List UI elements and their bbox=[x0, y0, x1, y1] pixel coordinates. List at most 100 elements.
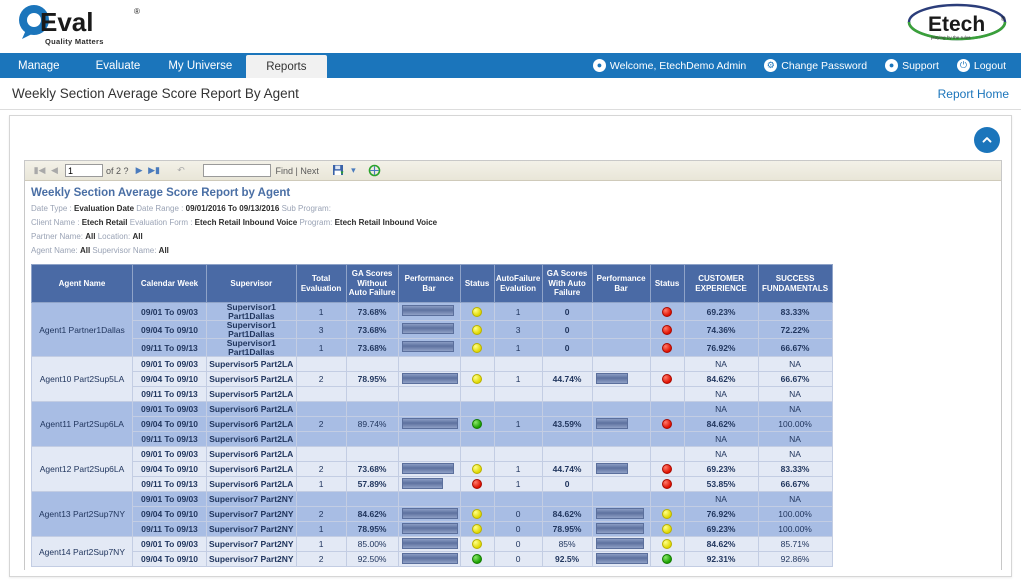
cell-score-with-auto-failure bbox=[541, 446, 593, 462]
cell-success-fundamentals: 66.67% bbox=[757, 476, 833, 492]
nav-item-reports[interactable]: Reports bbox=[246, 55, 327, 78]
column-header-ga-scores-without-auto-failure[interactable]: GA Scores Without Auto Failure bbox=[345, 264, 399, 303]
status-indicator-yellow bbox=[472, 524, 483, 535]
cell-customer-experience: NA bbox=[683, 431, 759, 447]
cell-autofailure-evalution: 1 bbox=[493, 302, 543, 321]
svg-text:playing by the rules: playing by the rules bbox=[931, 35, 971, 40]
table-row: 09/11 To 09/13 Supervisor7 Part2NY 1 78.95%… bbox=[32, 521, 833, 537]
cell-calendar-week: 09/01 To 09/03 bbox=[132, 491, 207, 507]
column-header-agent-name[interactable]: Agent Name bbox=[31, 264, 133, 303]
cell-performance-bar-2 bbox=[591, 338, 651, 357]
column-header-performance-bar-2[interactable]: Performance Bar bbox=[591, 264, 651, 303]
support-link[interactable]: ● Support bbox=[876, 59, 948, 72]
gear-icon: ⚙ bbox=[764, 59, 778, 72]
cell-success-fundamentals: NA bbox=[757, 491, 833, 507]
change-password-label: Change Password bbox=[781, 59, 868, 72]
back-to-parent-icon[interactable]: ↶ bbox=[174, 163, 189, 178]
column-header-status-1[interactable]: Status bbox=[459, 264, 495, 303]
etech-logo[interactable]: Etech ® playing by the rules bbox=[901, 2, 1011, 48]
cell-status-2 bbox=[649, 506, 685, 522]
cell-calendar-week: 09/04 To 09/10 bbox=[132, 320, 207, 339]
param-value-location: All bbox=[132, 232, 143, 241]
last-page-icon[interactable]: ▶▮ bbox=[147, 163, 162, 178]
chevron-up-icon bbox=[982, 137, 992, 143]
collapse-panel-button[interactable] bbox=[974, 127, 1000, 153]
cell-score-without-auto-failure bbox=[345, 356, 399, 372]
cell-total-evaluation bbox=[295, 356, 347, 372]
nav-item-my-universe[interactable]: My Universe bbox=[154, 53, 246, 78]
cell-autofailure-evalution bbox=[493, 446, 543, 462]
column-header-customer-experience[interactable]: CUSTOMER EXPERIENCE bbox=[683, 264, 759, 303]
find-input[interactable] bbox=[202, 164, 271, 177]
param-value-program: Etech Retail Inbound Voice bbox=[334, 218, 438, 227]
cell-success-fundamentals: 83.33% bbox=[757, 461, 833, 477]
cell-supervisor: Supervisor7 Part2NY bbox=[206, 506, 297, 522]
column-header-autofailure-evalution[interactable]: AutoFailure Evalution bbox=[493, 264, 543, 303]
param-label-date-range: Date Range : bbox=[136, 204, 184, 213]
cell-supervisor: Supervisor1 Part1Dallas bbox=[206, 320, 297, 339]
svg-text:Etech: Etech bbox=[928, 13, 985, 36]
cell-score-without-auto-failure: 73.68% bbox=[345, 461, 399, 477]
nav-item-manage[interactable]: Manage bbox=[0, 53, 82, 78]
column-header-supervisor[interactable]: Supervisor bbox=[206, 264, 297, 303]
welcome-user-menu[interactable]: ● Welcome, EtechDemo Admin bbox=[584, 59, 755, 72]
next-page-icon[interactable]: ▶ bbox=[132, 163, 147, 178]
page-title: Weekly Section Average Score Report By A… bbox=[12, 86, 299, 101]
cell-performance-bar-2 bbox=[591, 446, 651, 462]
cell-status-1 bbox=[459, 491, 495, 507]
param-value-date-type: Evaluation Date bbox=[74, 204, 135, 213]
cell-supervisor: Supervisor5 Part2LA bbox=[206, 386, 297, 402]
cell-supervisor: Supervisor7 Part2NY bbox=[206, 491, 297, 507]
cell-autofailure-evalution: 1 bbox=[493, 338, 543, 357]
cell-total-evaluation bbox=[295, 446, 347, 462]
column-header-success-fundamentals[interactable]: SUCCESS FUNDAMENTALS bbox=[757, 264, 833, 303]
cell-status-1 bbox=[459, 320, 495, 339]
cell-total-evaluation: 1 bbox=[295, 536, 347, 552]
cell-performance-bar-1 bbox=[397, 506, 461, 522]
qeval-logo[interactable]: Eval ® Quality Matters bbox=[12, 4, 162, 50]
param-label-location: Location: bbox=[97, 232, 131, 241]
column-header-ga-scores-with-auto-failure[interactable]: GA Scores With Auto Failure bbox=[541, 264, 593, 303]
cell-calendar-week: 09/04 To 09/10 bbox=[132, 371, 207, 387]
export-save-icon[interactable] bbox=[331, 163, 346, 178]
cell-performance-bar-1 bbox=[397, 371, 461, 387]
cell-agent-name: Agent12 Part2Sup6LA bbox=[31, 446, 133, 492]
cell-status-1 bbox=[459, 476, 495, 492]
export-dropdown-arrow-icon[interactable]: ▾ bbox=[346, 163, 361, 178]
cell-score-with-auto-failure bbox=[541, 356, 593, 372]
logout-link[interactable]: ⏻ Logout bbox=[948, 59, 1015, 72]
cell-score-with-auto-failure: 0 bbox=[541, 476, 593, 492]
report-param-line-1: Date Type : Evaluation Date Date Range :… bbox=[31, 202, 1001, 216]
column-header-calendar-week[interactable]: Calendar Week bbox=[132, 264, 207, 303]
column-header-total-evaluation[interactable]: Total Evaluation bbox=[295, 264, 347, 303]
cell-status-1 bbox=[459, 371, 495, 387]
cell-total-evaluation: 2 bbox=[295, 461, 347, 477]
cell-total-evaluation: 3 bbox=[295, 320, 347, 339]
cell-performance-bar-1 bbox=[397, 338, 461, 357]
param-label-supervisor-name: Supervisor Name: bbox=[92, 246, 157, 255]
status-indicator-red bbox=[662, 419, 673, 430]
change-password-link[interactable]: ⚙ Change Password bbox=[755, 59, 876, 72]
find-next-label[interactable]: Find | Next bbox=[276, 166, 319, 176]
column-header-status-2[interactable]: Status bbox=[649, 264, 685, 303]
main-navigation-bar: Manage Evaluate My Universe Reports ● We… bbox=[0, 53, 1021, 78]
report-home-link[interactable]: Report Home bbox=[938, 87, 1009, 101]
cell-total-evaluation: 2 bbox=[295, 371, 347, 387]
param-label-evaluation-form: Evaluation Form : bbox=[129, 218, 193, 227]
cell-success-fundamentals: NA bbox=[757, 386, 833, 402]
table-header: Agent Name Calendar Week Supervisor Tota… bbox=[31, 264, 833, 303]
table-row: Agent1 Partner1Dallas 09/01 To 09/03 Super… bbox=[31, 302, 833, 357]
cell-performance-bar-2 bbox=[591, 371, 651, 387]
table-row: Agent11 Part2Sup6LA 09/01 To 09/03 Supervi… bbox=[31, 401, 833, 447]
nav-item-evaluate[interactable]: Evaluate bbox=[82, 53, 155, 78]
page-number-input[interactable] bbox=[65, 164, 103, 177]
refresh-icon[interactable] bbox=[367, 163, 382, 178]
cell-status-1 bbox=[459, 431, 495, 447]
cell-supervisor: Supervisor6 Part2LA bbox=[206, 416, 297, 432]
cell-total-evaluation: 2 bbox=[295, 416, 347, 432]
column-header-performance-bar-1[interactable]: Performance Bar bbox=[397, 264, 461, 303]
prev-page-icon[interactable]: ◀ bbox=[47, 163, 62, 178]
support-label: Support bbox=[902, 59, 939, 72]
cell-status-1 bbox=[459, 506, 495, 522]
first-page-icon[interactable]: ▮◀ bbox=[32, 163, 47, 178]
